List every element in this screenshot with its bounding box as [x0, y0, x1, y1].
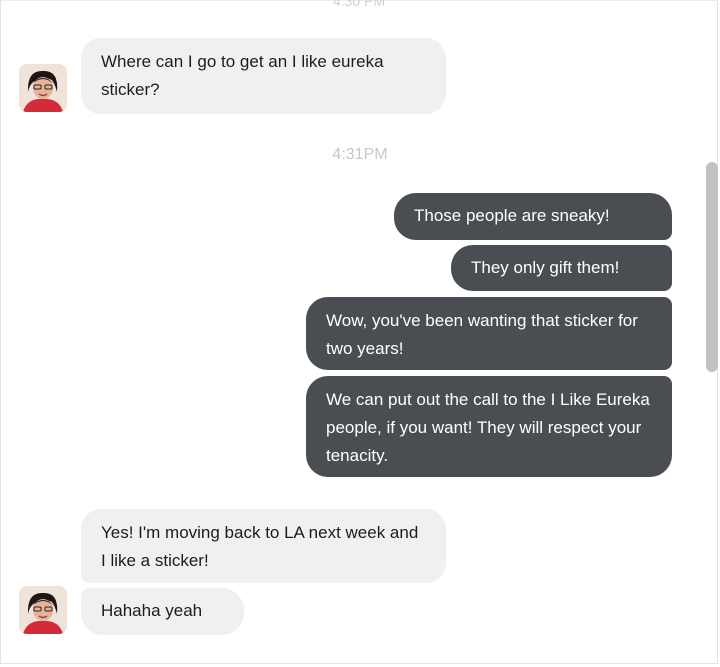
- contact-avatar[interactable]: [19, 586, 67, 634]
- message-text: Where can I go to get an I like eureka s…: [101, 52, 384, 99]
- message-text: Those people are sneaky!: [414, 206, 610, 225]
- message-bubble-incoming[interactable]: Where can I go to get an I like eureka s…: [81, 38, 446, 114]
- message-bubble-outgoing[interactable]: Those people are sneaky!: [394, 193, 672, 240]
- contact-avatar[interactable]: [19, 64, 67, 112]
- message-text: Hahaha yeah: [101, 601, 203, 620]
- message-bubble-incoming[interactable]: Hahaha yeah: [81, 588, 244, 635]
- top-timestamp: 4:30 PM: [332, 0, 386, 9]
- message-text: Yes! I'm moving back to LA next week and…: [101, 523, 419, 570]
- message-bubble-outgoing[interactable]: We can put out the call to the I Like Eu…: [306, 376, 672, 477]
- message-bubble-outgoing[interactable]: They only gift them!: [451, 245, 672, 291]
- scrollbar-thumb[interactable]: [706, 162, 718, 372]
- avatar-photo-icon: [19, 586, 67, 634]
- message-text: We can put out the call to the I Like Eu…: [326, 390, 650, 465]
- message-bubble-outgoing[interactable]: Wow, you've been wanting that sticker fo…: [306, 297, 672, 370]
- message-text: Wow, you've been wanting that sticker fo…: [326, 311, 638, 358]
- message-bubble-incoming[interactable]: Yes! I'm moving back to LA next week and…: [81, 509, 446, 583]
- avatar-photo-icon: [19, 64, 67, 112]
- message-timestamp: 4:31PM: [332, 146, 388, 163]
- message-text: They only gift them!: [471, 258, 620, 277]
